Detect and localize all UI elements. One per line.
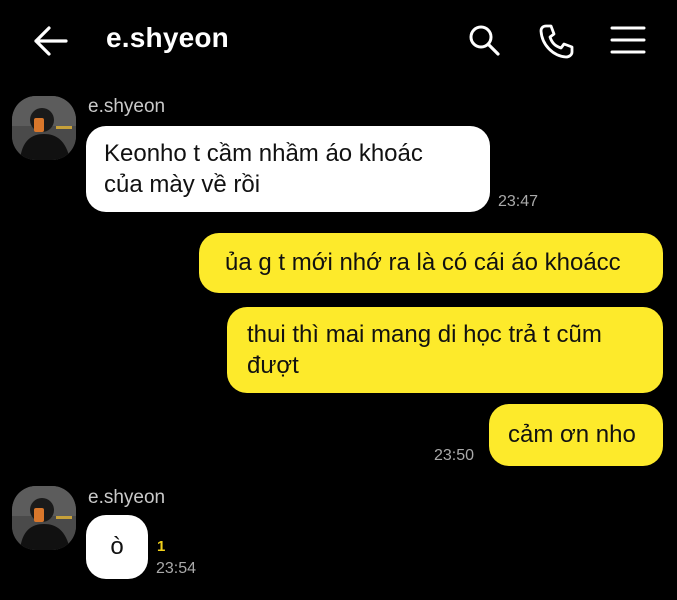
unread-count: 1 xyxy=(157,538,166,555)
message-bubble-incoming[interactable]: ò xyxy=(86,515,148,579)
avatar[interactable] xyxy=(12,96,76,160)
search-button[interactable] xyxy=(466,22,502,58)
menu-button[interactable] xyxy=(609,22,646,58)
phone-icon xyxy=(539,24,574,59)
message-bubble-outgoing[interactable]: thui thì mai mang di học trả t cũm đượt xyxy=(227,307,663,393)
message-bubble-outgoing[interactable]: ủa g t mới nhớ ra là có cái áo khoácc xyxy=(199,233,663,293)
message-bubble-outgoing[interactable]: cảm ơn nho xyxy=(489,404,663,466)
message-bubble-incoming[interactable]: Keonho t cầm nhầm áo khoác của mày về rồ… xyxy=(86,126,490,212)
chat-title: e.shyeon xyxy=(106,22,229,53)
menu-icon xyxy=(610,26,646,54)
message-time: 23:50 xyxy=(434,447,475,464)
call-button[interactable] xyxy=(537,22,574,59)
sender-name: e.shyeon xyxy=(88,487,166,508)
arrow-left-icon xyxy=(34,26,68,56)
avatar-photo xyxy=(12,96,76,160)
message-time: 23:54 xyxy=(156,560,197,577)
chat-header: e.shyeon xyxy=(0,0,677,84)
search-icon xyxy=(469,25,500,56)
back-button[interactable] xyxy=(30,24,70,58)
sender-name: e.shyeon xyxy=(88,96,166,117)
message-time: 23:47 xyxy=(498,193,539,210)
avatar-photo xyxy=(12,486,76,550)
avatar[interactable] xyxy=(12,486,76,550)
